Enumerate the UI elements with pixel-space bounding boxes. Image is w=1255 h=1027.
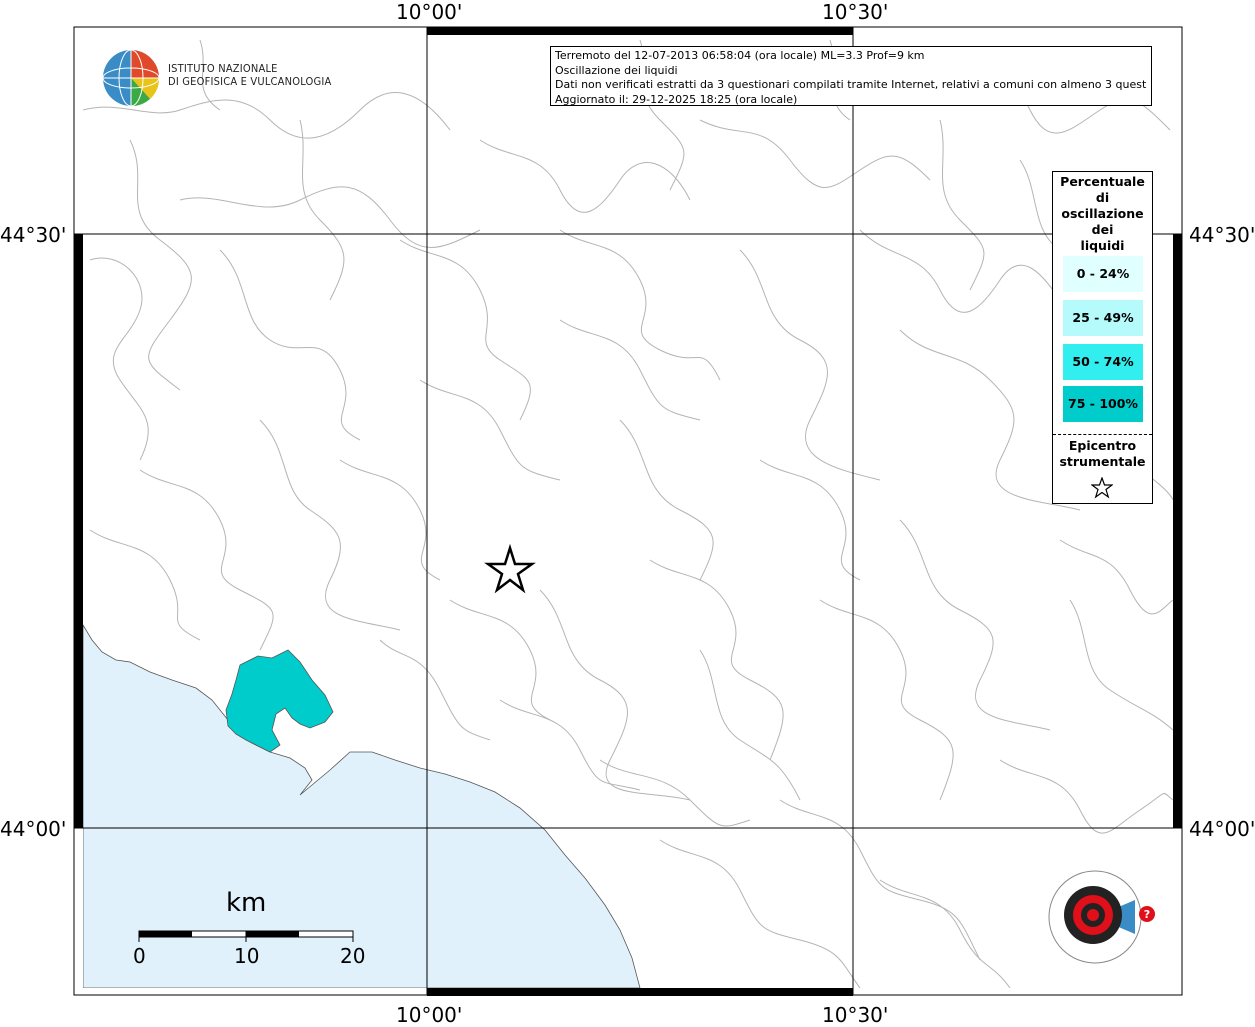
legend-class-25-49: 25 - 49% xyxy=(1063,300,1143,336)
lon-label-top-left: 10°00' xyxy=(396,0,463,24)
legend-class-50-74: 50 - 74% xyxy=(1063,344,1143,380)
legend-epicenter-line-1: Epicentro xyxy=(1068,438,1137,453)
legend-separator xyxy=(1053,434,1152,435)
event-updated: Aggiornato il: 29-12-2025 18:25 (ora loc… xyxy=(555,92,798,106)
legend-class-0-24: 0 - 24% xyxy=(1063,256,1143,292)
map-canvas: ? xyxy=(73,26,1183,996)
event-title: Terremoto del 12-07-2013 06:58:04 (ora l… xyxy=(555,49,925,62)
lon-label-top-right: 10°30' xyxy=(822,0,889,24)
legend-title-line: dei xyxy=(1091,222,1114,237)
lat-label-right-lower: 44°00' xyxy=(1189,817,1255,841)
legend-star-icon xyxy=(1091,477,1113,499)
legend-title-line: liquidi xyxy=(1080,238,1125,253)
legend: Percentuale di oscillazione dei liquidi … xyxy=(1052,171,1153,504)
lat-label-left-lower: 44°00' xyxy=(0,817,67,841)
institute-name: ISTITUTO NAZIONALE DI GEOFISICA E VULCAN… xyxy=(168,62,331,88)
legend-epicenter-label: Epicentro strumentale xyxy=(1053,438,1152,470)
event-info-box: Terremoto del 12-07-2013 06:58:04 (ora l… xyxy=(550,46,1152,106)
scale-unit: km xyxy=(226,888,267,918)
ingv-logo-icon xyxy=(102,49,160,107)
lon-label-bottom-left: 10°00' xyxy=(396,1003,463,1027)
lat-label-right-upper: 44°30' xyxy=(1189,223,1255,247)
legend-title: Percentuale di oscillazione dei liquidi xyxy=(1053,174,1152,254)
scale-tick-10: 10 xyxy=(234,944,260,968)
legend-class-75-100: 75 - 100% xyxy=(1063,386,1143,422)
svg-text:?: ? xyxy=(1144,908,1150,921)
legend-title-line: di xyxy=(1095,190,1110,205)
lon-label-bottom-right: 10°30' xyxy=(822,1003,889,1027)
institute-line-1: ISTITUTO NAZIONALE xyxy=(168,62,278,75)
scale-tick-0: 0 xyxy=(133,944,146,968)
legend-epicenter-line-2: strumentale xyxy=(1059,454,1146,469)
institute-line-2: DI GEOFISICA E VULCANOLOGIA xyxy=(168,75,332,88)
lat-label-left-upper: 44°30' xyxy=(0,223,67,247)
legend-title-line: oscillazione xyxy=(1061,206,1144,221)
legend-title-line: Percentuale xyxy=(1060,174,1145,189)
scale-tick-20: 20 xyxy=(340,944,366,968)
event-note: Dati non verificati estratti da 3 questi… xyxy=(555,78,1147,91)
event-subtitle: Oscillazione dei liquidi xyxy=(555,63,678,77)
